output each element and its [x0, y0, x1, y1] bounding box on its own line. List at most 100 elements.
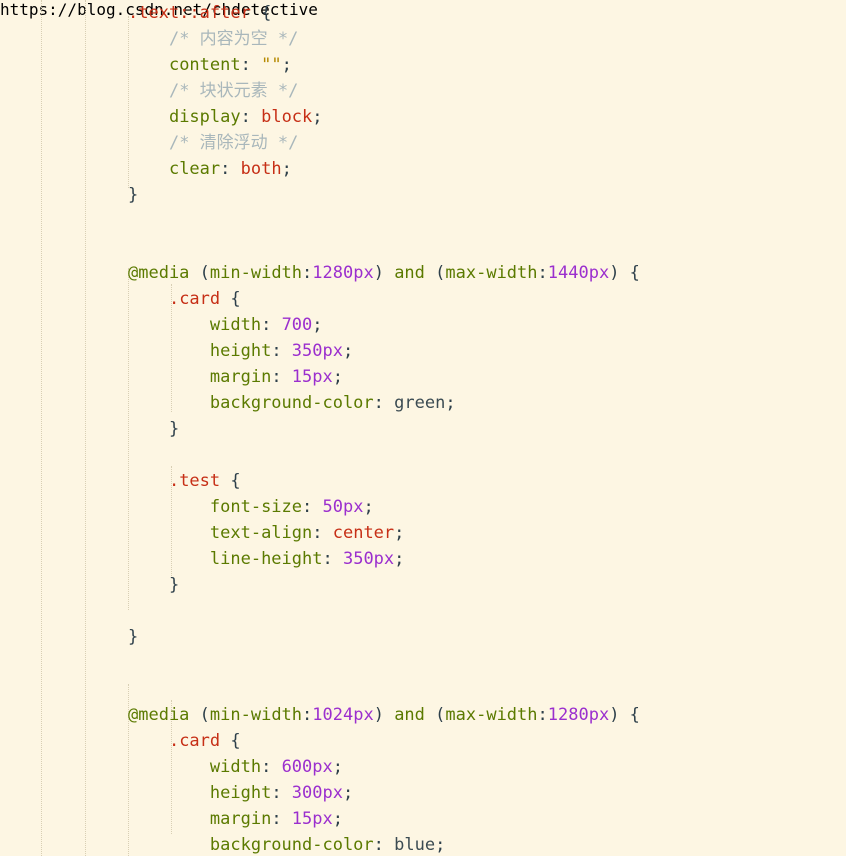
- code-token: green: [394, 393, 446, 413]
- code-token: {: [220, 731, 241, 751]
- code-token: 15px: [291, 809, 333, 829]
- code-token: ;: [332, 809, 343, 829]
- code-line: clear: both;: [0, 156, 846, 182]
- code-token: ;: [332, 757, 343, 777]
- code-line: .test {: [0, 468, 846, 494]
- code-token: (: [189, 263, 210, 283]
- code-token: ;: [394, 523, 405, 543]
- code-line: /* 清除浮动 */: [0, 130, 846, 156]
- code-token: and: [394, 705, 425, 725]
- code-token: }: [168, 419, 180, 439]
- code-token: :: [261, 757, 282, 777]
- code-token: 700: [281, 315, 313, 335]
- code-token: height: [209, 341, 272, 361]
- code-token: (: [189, 705, 210, 725]
- code-token: max-width: [445, 263, 538, 283]
- code-token: /* 内容为空 */: [168, 29, 299, 49]
- code-token: blue: [394, 835, 436, 855]
- code-token: 1280px: [547, 705, 610, 725]
- code-token: :: [271, 367, 292, 387]
- code-token: .test: [168, 471, 221, 491]
- code-token: :: [312, 523, 333, 543]
- code-token: (: [424, 263, 446, 283]
- code-token: .text::after: [128, 3, 251, 23]
- code-line: .card {: [0, 728, 846, 754]
- code-token: content: [168, 55, 241, 75]
- code-token: ;: [281, 159, 292, 179]
- code-line: text-align: center;: [0, 520, 846, 546]
- code-token: (: [424, 705, 446, 725]
- code-token: 600px: [281, 757, 333, 777]
- code-token: ) {: [609, 705, 640, 725]
- code-token: ) {: [609, 263, 640, 283]
- code-token: :: [261, 315, 282, 335]
- code-token: {: [261, 3, 272, 23]
- code-token: center: [332, 523, 395, 543]
- code-line: /* 块状元素 */: [0, 78, 846, 104]
- code-token: background-color: [209, 835, 374, 855]
- code-token: 350px: [342, 549, 395, 569]
- code-line: background-color: green;: [0, 390, 846, 416]
- code-token: {: [220, 289, 241, 309]
- code-token: ;: [363, 497, 374, 517]
- code-token: clear: [168, 159, 221, 179]
- code-token: min-width: [209, 705, 303, 725]
- code-token: }: [128, 627, 139, 647]
- code-token: ): [373, 705, 395, 725]
- code-line: font-size: 50px;: [0, 494, 846, 520]
- code-token: @media: [128, 705, 190, 725]
- code-token: :: [373, 393, 395, 413]
- code-token: height: [209, 783, 272, 803]
- code-token: :: [220, 159, 241, 179]
- code-line: content: "";: [0, 52, 846, 78]
- code-line: }: [0, 624, 846, 650]
- code-line: display: block;: [0, 104, 846, 130]
- code-token: }: [168, 575, 180, 595]
- code-line: @media (min-width:1024px) and (max-width…: [0, 702, 846, 728]
- code-line: width: 600px;: [0, 754, 846, 780]
- code-token: display: [168, 107, 241, 127]
- code-viewer[interactable]: .text::after { /* 内容为空 */ content: ""; /…: [0, 0, 846, 856]
- code-token: 1440px: [547, 263, 610, 283]
- code-line: /* 内容为空 */: [0, 26, 846, 52]
- code-line: .card {: [0, 286, 846, 312]
- code-line: width: 700;: [0, 312, 846, 338]
- code-token: max-width: [445, 705, 538, 725]
- code-token: :: [373, 835, 395, 855]
- code-token: ;: [342, 783, 354, 803]
- code-token: ;: [332, 367, 343, 387]
- code-line: }: [0, 416, 846, 442]
- code-token: :: [302, 263, 313, 283]
- code-token: ;: [281, 55, 292, 75]
- code-line: @media (min-width:1280px) and (max-width…: [0, 260, 846, 286]
- code-token: :: [302, 705, 313, 725]
- code-token: :: [302, 497, 323, 517]
- code-token: {: [220, 471, 241, 491]
- code-token: @media: [128, 263, 190, 283]
- code-token: :: [322, 549, 343, 569]
- code-token: 300px: [291, 783, 343, 803]
- code-token: :: [537, 705, 548, 725]
- code-token: width: [209, 315, 262, 335]
- code-token: width: [209, 757, 262, 777]
